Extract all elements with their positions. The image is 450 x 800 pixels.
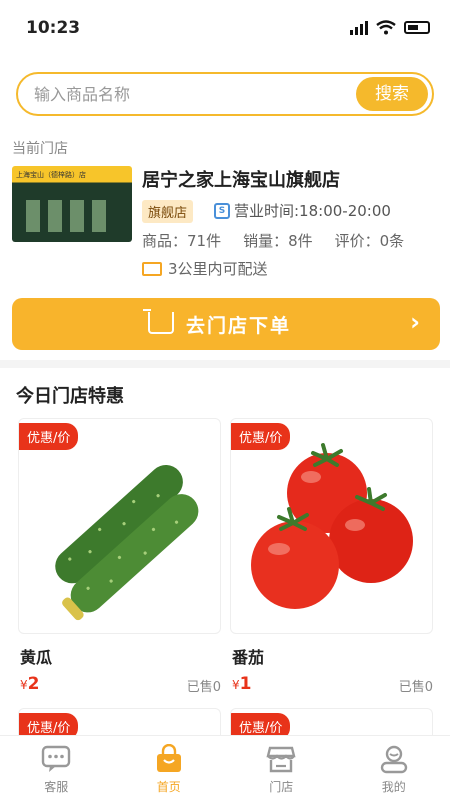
store-products-count: 商品：71件	[142, 232, 222, 250]
go-to-store-order-button[interactable]: 去门店下单 ›	[12, 298, 440, 350]
product-card-tomato[interactable]: 优惠/价 番茄 ¥1 已售0	[230, 418, 433, 708]
store-hours-text: 营业时间:18:00-20:00	[234, 202, 391, 220]
product-image-cucumber: 优惠/价	[18, 418, 221, 634]
product-sold-count: 已售0	[186, 680, 221, 695]
tab-label: 首页	[156, 780, 181, 794]
discount-badge: 优惠/价	[231, 423, 291, 450]
user-icon	[380, 745, 407, 774]
signal-icon	[350, 20, 368, 35]
product-name: 黄瓜	[20, 648, 53, 667]
delivery-info: 3公里内可配送	[142, 258, 268, 279]
order-button-label: 去门店下单	[186, 315, 292, 337]
status-icons	[350, 20, 430, 35]
status-time: 10:23	[26, 18, 81, 38]
flagship-badge: 旗舰店	[142, 200, 194, 223]
tab-label: 我的	[381, 780, 406, 794]
tomato-image	[251, 443, 413, 609]
store-name[interactable]: 居宁之家上海宝山旗舰店	[142, 166, 340, 192]
search-bar: 搜索	[16, 72, 434, 116]
current-store-label: 当前门店	[12, 141, 68, 157]
discount-badge: 优惠/价	[19, 423, 79, 450]
delivery-text: 3公里内可配送	[168, 260, 268, 278]
cucumber-image	[55, 464, 199, 621]
product-image-tomato: 优惠/价	[230, 418, 433, 634]
product-sold-count: 已售0	[398, 680, 433, 695]
tab-profile[interactable]: 我的	[338, 736, 450, 800]
product-name: 番茄	[232, 648, 265, 667]
store-header: 搜索 当前门店 上海宝山（德梓路）店 居宁之家上海宝山旗舰店 旗舰店 S 营业时…	[0, 58, 450, 360]
store-reviews-count: 评价：0条	[334, 232, 405, 250]
deals-title: 今日门店特惠	[16, 386, 124, 407]
search-input[interactable]	[34, 83, 334, 105]
tab-store[interactable]: 门店	[225, 736, 338, 800]
battery-icon	[404, 21, 430, 34]
search-button[interactable]: 搜索	[356, 77, 428, 111]
wifi-icon	[376, 20, 396, 35]
delivery-truck-icon	[142, 261, 162, 276]
store-photo-sign: 上海宝山（德梓路）店	[16, 171, 86, 179]
cart-icon	[143, 309, 174, 334]
store-icon	[266, 746, 296, 773]
product-price: ¥2	[20, 674, 40, 694]
tab-home[interactable]: 首页	[113, 736, 226, 800]
calendar-icon: S	[214, 202, 230, 219]
product-price: ¥1	[232, 674, 252, 694]
bottom-tab-bar: 客服 首页 门店 我的	[0, 735, 450, 800]
store-stats: 商品：71件 销量：8件 评价：0条	[142, 230, 404, 251]
tab-label: 门店	[269, 780, 294, 794]
store-photo[interactable]: 上海宝山（德梓路）店	[12, 166, 132, 242]
store-hours: S 营业时间:18:00-20:00	[214, 200, 391, 221]
store-sales-count: 销量：8件	[243, 232, 313, 250]
tab-label: 客服	[44, 780, 69, 794]
status-bar: 10:23	[0, 0, 450, 58]
product-card-cucumber[interactable]: 优惠/价 黄瓜 ¥2 已售0	[18, 418, 221, 708]
chevron-right-icon: ›	[410, 308, 420, 336]
home-bag-icon	[156, 744, 181, 772]
chat-icon	[42, 745, 71, 772]
tab-customer-service[interactable]: 客服	[0, 736, 113, 800]
